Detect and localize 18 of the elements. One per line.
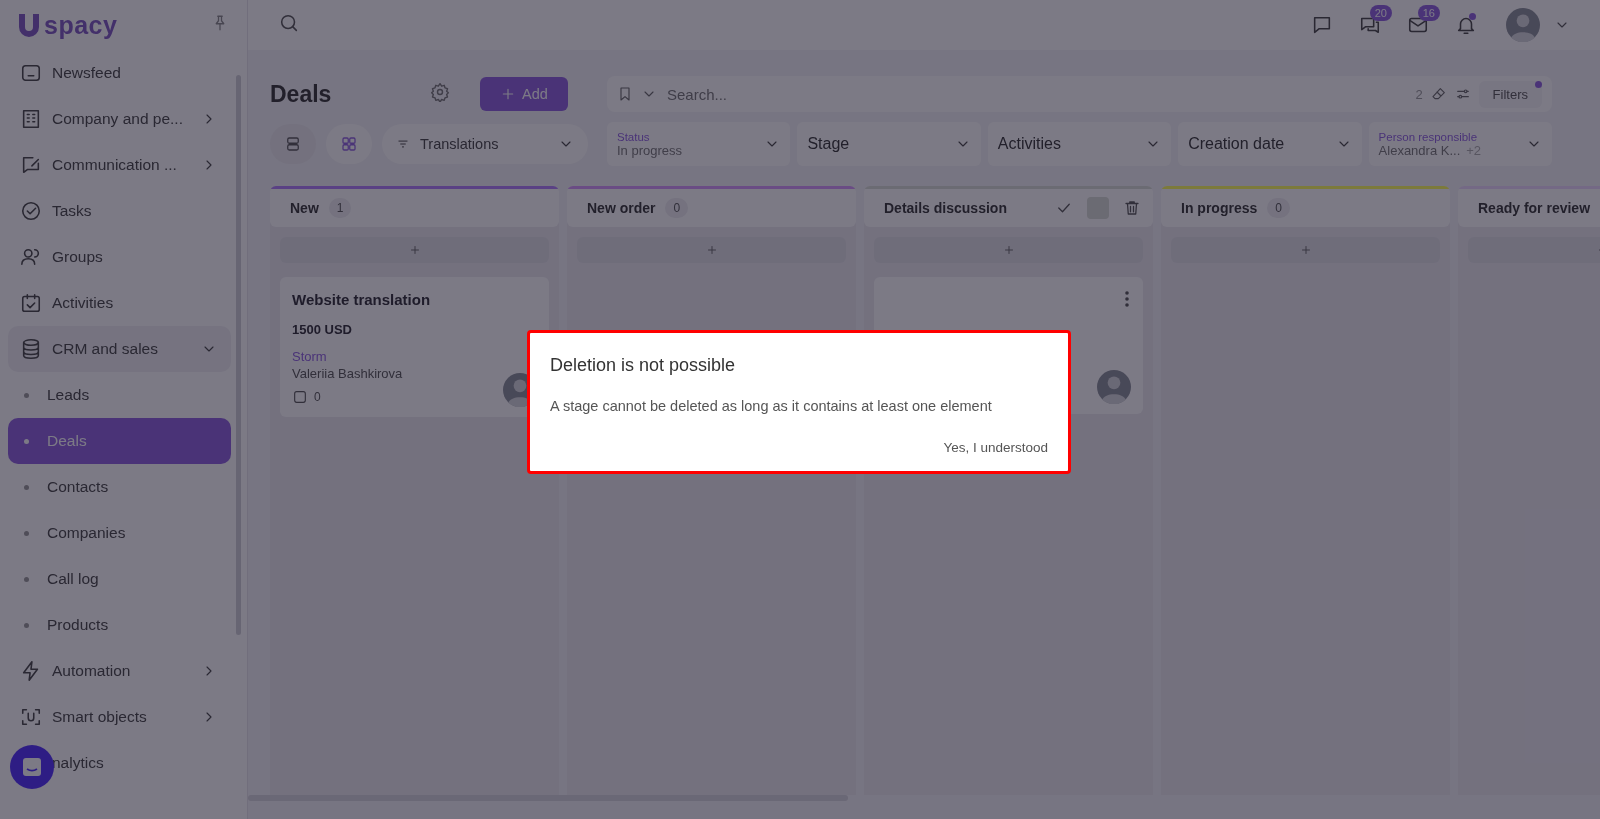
contact-name: Valeriia Bashkirova: [292, 366, 404, 381]
stage-name: In progress: [1181, 200, 1258, 216]
stage-name: Details discussion: [884, 200, 1007, 216]
dialog-message: A stage cannot be deleted as long as it contains at least one element: [550, 398, 993, 414]
count-badge: 16: [1417, 5, 1440, 21]
stage-name: New order: [587, 200, 656, 216]
stage-count: 1: [328, 198, 352, 218]
deal-title: Website translation: [292, 291, 432, 308]
stage-name: Ready for review: [1478, 200, 1591, 216]
page-title: Deals: [270, 80, 333, 108]
logo-text: spacy: [44, 10, 118, 40]
dialog-title: Deletion is not possible: [550, 355, 737, 376]
stage-name: New: [290, 200, 319, 216]
deal-amount: 1500 USD: [292, 322, 353, 337]
stage-count: 0: [665, 198, 689, 218]
count-badge: 20: [1369, 5, 1392, 21]
task-count: 0: [314, 390, 321, 404]
stage-count: 0: [1267, 198, 1290, 218]
